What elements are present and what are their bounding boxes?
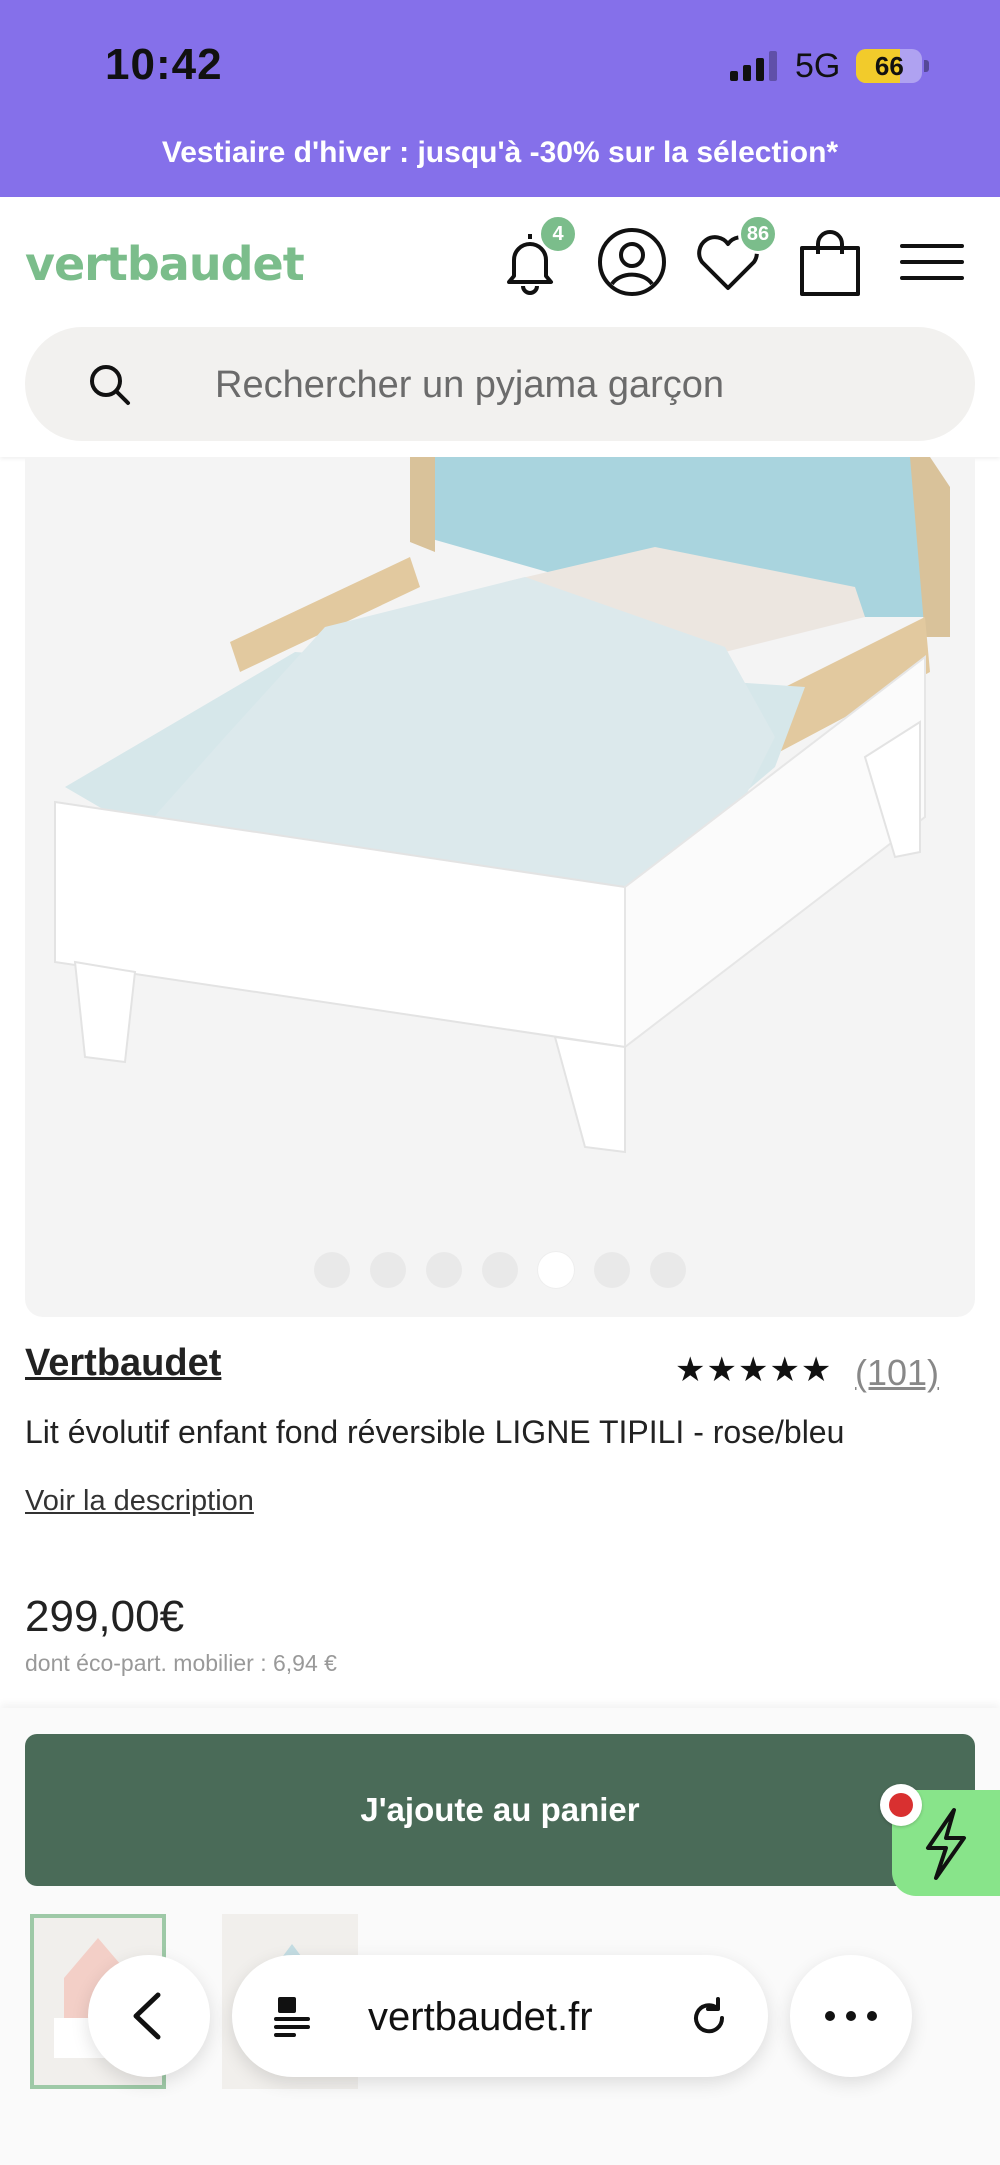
more-icon <box>825 2011 877 2021</box>
menu-icon <box>900 244 964 280</box>
wishlist-badge: 86 <box>738 214 778 254</box>
product-brand-link[interactable]: Vertbaudet <box>25 1342 221 1385</box>
search-bar[interactable]: Rechercher un pyjama garçon <box>25 327 975 441</box>
reload-icon[interactable] <box>684 1993 734 2043</box>
status-indicators: 5G 66 <box>730 46 930 86</box>
battery-level: 66 <box>874 51 904 81</box>
chevron-left-icon <box>133 1992 161 2040</box>
shopping-bag-icon <box>800 230 860 296</box>
carousel-dot[interactable] <box>594 1252 630 1288</box>
browser-address-bar[interactable]: vertbaudet.fr <box>232 1955 768 2077</box>
carousel-dot[interactable] <box>314 1252 350 1288</box>
top-banner: 10:42 5G 66 Vestiaire d'hiver : jusqu'à … <box>0 0 1000 197</box>
sticky-cart-bar: J'ajoute au panier <box>0 1708 1000 2165</box>
product-price: 299,00€ <box>25 1592 185 1641</box>
promo-banner[interactable]: Vestiaire d'hiver : jusqu'à -30% sur la … <box>0 136 1000 170</box>
add-to-cart-button[interactable]: J'ajoute au panier <box>25 1734 975 1886</box>
site-header: vertbaudet 4 86 Rechercher un pyjama gar… <box>0 197 1000 457</box>
menu-button[interactable] <box>892 222 972 302</box>
cart-button[interactable] <box>790 222 870 302</box>
carousel-dot[interactable] <box>482 1252 518 1288</box>
url-text[interactable]: vertbaudet.fr <box>368 1995 593 2040</box>
carousel-dot[interactable] <box>650 1252 686 1288</box>
browser-more-button[interactable] <box>790 1955 912 2077</box>
battery-icon: 66 <box>856 49 923 83</box>
rating-stars: ★★★★★ <box>675 1351 833 1389</box>
status-time: 10:42 <box>105 40 223 89</box>
product-image-carousel[interactable] <box>25 457 975 1317</box>
search-icon <box>90 365 130 405</box>
page-menu-icon <box>274 1997 310 2037</box>
product-title: Lit évolutif enfant fond réversible LIGN… <box>25 1414 845 1450</box>
account-icon <box>598 228 666 296</box>
eco-participation: dont éco-part. mobilier : 6,94 € <box>25 1650 337 1676</box>
notifications-badge: 4 <box>538 214 578 254</box>
reviews-count-link[interactable]: (101) <box>855 1352 939 1394</box>
network-type: 5G <box>795 46 841 85</box>
browser-back-button[interactable] <box>88 1955 210 2077</box>
carousel-indicators[interactable] <box>25 1252 975 1288</box>
search-input[interactable]: Rechercher un pyjama garçon <box>215 364 724 407</box>
notifications-button[interactable]: 4 <box>490 214 578 302</box>
wishlist-button[interactable]: 86 <box>688 214 778 302</box>
account-button[interactable] <box>592 222 672 302</box>
description-link[interactable]: Voir la description <box>25 1485 254 1518</box>
carousel-dot[interactable] <box>426 1252 462 1288</box>
product-bed-image <box>54 457 950 1154</box>
site-logo[interactable]: vertbaudet <box>25 237 305 291</box>
carousel-dot[interactable] <box>538 1252 574 1288</box>
carousel-dot[interactable] <box>370 1252 406 1288</box>
recording-indicator <box>880 1784 922 1826</box>
signal-icon <box>730 51 777 81</box>
